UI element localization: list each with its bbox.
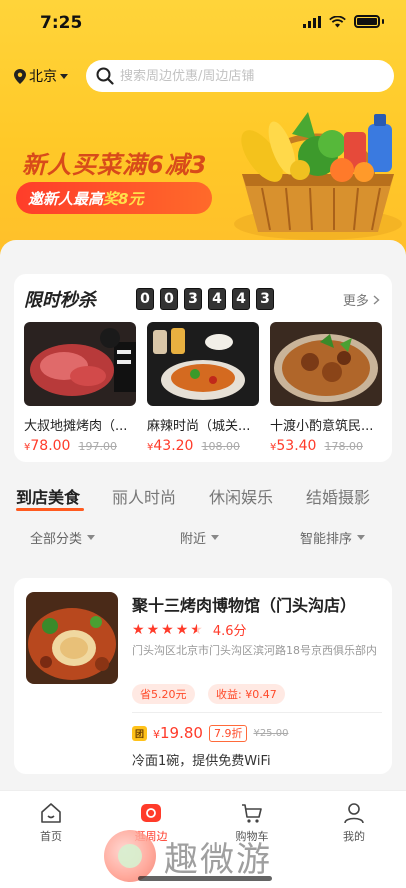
- nearby-icon: [141, 804, 161, 822]
- group-buy-badge: 团: [132, 725, 147, 741]
- star-icon: ★: [132, 621, 145, 638]
- filter-distance[interactable]: 附近: [180, 528, 220, 547]
- star-icon: ★: [146, 621, 160, 638]
- promo-title[interactable]: 新人买菜满6减3: [22, 145, 207, 180]
- active-tab-indicator: [16, 508, 84, 511]
- chevron-down-icon: [60, 73, 68, 79]
- signal-icon: [303, 15, 321, 28]
- deal-name: 麻辣时尚（城关...: [147, 419, 251, 434]
- group-deal-row[interactable]: 团 ¥19.80 7.9折 ¥25.00: [132, 724, 288, 742]
- tab-beauty[interactable]: 丽人时尚: [112, 484, 176, 508]
- more-label: 更多: [342, 294, 369, 309]
- earn-tag: 收益: ¥0.47: [208, 684, 285, 704]
- tabbar-label: 我的: [343, 830, 365, 843]
- countdown-digit: 3: [256, 288, 274, 310]
- chevron-down-icon: [357, 535, 366, 540]
- deal-old-price: 197.00: [78, 440, 117, 453]
- search-box[interactable]: [86, 60, 394, 92]
- battery-icon: [354, 15, 380, 28]
- deal-price: ¥19.80: [153, 724, 203, 742]
- spicy-dish-photo: [147, 322, 259, 406]
- deal-price-row: ¥53.40 178.00: [270, 438, 382, 454]
- chevron-down-icon: [87, 535, 96, 540]
- filter-label: 全部分类: [30, 532, 83, 547]
- divider: [132, 712, 382, 713]
- deal-name: 大叔地摊烤肉（...: [24, 419, 128, 434]
- countdown-digit: 4: [232, 288, 250, 310]
- rating-score: 4.6分: [212, 624, 247, 639]
- deal-old-price: ¥25.00: [253, 727, 289, 739]
- search-icon: [96, 67, 114, 85]
- tab-wedding[interactable]: 结婚摄影: [306, 484, 370, 508]
- flash-deal-item[interactable]: 十渡小酌意筑民... ¥53.40 178.00: [270, 322, 382, 454]
- deal-name: 十渡小酌意筑民...: [270, 419, 374, 434]
- cart-icon: [242, 804, 262, 823]
- watermark-text: 趣微游: [164, 839, 272, 880]
- tabbar-profile[interactable]: 我的: [324, 801, 384, 844]
- deal-old-price: 108.00: [201, 440, 240, 453]
- category-tabs: 到店美食 丽人时尚 休闲娱乐 结婚摄影: [0, 478, 406, 518]
- wifi-icon: [329, 15, 346, 27]
- countdown-digit: 3: [184, 288, 202, 310]
- filter-sort[interactable]: 智能排序: [300, 528, 366, 547]
- more-link[interactable]: 更多: [343, 290, 380, 309]
- flash-deal-item[interactable]: 大叔地摊烤肉（... ¥78.00 197.00: [24, 322, 136, 454]
- tab-leisure[interactable]: 休闲娱乐: [209, 484, 273, 508]
- user-icon: [344, 803, 364, 824]
- filter-label: 附近: [180, 532, 207, 547]
- deal-price: ¥78.00: [24, 438, 71, 454]
- watermark-logo: [104, 830, 156, 882]
- status-time: 7:25: [40, 13, 83, 33]
- deal-price: ¥43.20: [147, 438, 194, 454]
- deal-price-row: ¥78.00 197.00: [24, 438, 136, 454]
- invite-promo-pill[interactable]: 邀新人最高 奖8元: [16, 182, 212, 214]
- pill-highlight: 奖8元: [103, 189, 144, 208]
- countdown-digit: 0: [160, 288, 178, 310]
- grocery-basket-illustration: [234, 112, 402, 240]
- half-star-icon: ★: [190, 621, 203, 638]
- deal-price-row: ¥43.20 108.00: [147, 438, 259, 454]
- tab-food[interactable]: 到店美食: [16, 484, 80, 508]
- save-tag: 省5.20元: [132, 684, 195, 704]
- filter-bar: 全部分类 附近 智能排序: [0, 522, 406, 552]
- shop-photo: [26, 592, 118, 684]
- flash-sale-card: 限时秒杀 0 0 3 4 4 3 更多 大叔地摊烤肉（... ¥78.00 19…: [14, 274, 392, 462]
- battery-tip: [382, 19, 384, 24]
- countdown-digit: 4: [208, 288, 226, 310]
- countdown-timer: 0 0 3 4 4 3: [136, 288, 274, 310]
- search-input[interactable]: [120, 68, 380, 84]
- status-icons: [303, 15, 384, 28]
- home-icon: [41, 803, 61, 823]
- deal-description: 冷面1碗，提供免费WiFi: [132, 754, 271, 769]
- pill-prefix: 邀新人最高: [28, 189, 104, 208]
- location-search-bar: 北京: [14, 60, 394, 92]
- discount-badge: 7.9折: [208, 724, 248, 742]
- deal-old-price: 178.00: [324, 440, 363, 453]
- star-icon: ★: [175, 621, 189, 638]
- tabbar-home[interactable]: 首页: [21, 801, 81, 844]
- location-pin-icon: [14, 68, 26, 84]
- countdown-digit: 0: [136, 288, 154, 310]
- tabbar-label: 首页: [40, 830, 62, 843]
- stew-dish-photo: [270, 322, 382, 406]
- shop-name: 聚十三烤肉博物馆（门头沟店）: [132, 596, 357, 615]
- shop-address: 门头沟区北京市门头沟区滨河路18号京西俱乐部内: [132, 644, 377, 657]
- rating-stars: ★ ★ ★ ★ ★ 4.6分: [132, 620, 247, 640]
- star-icon: ★: [161, 621, 174, 638]
- status-bar: 7:25: [0, 0, 406, 46]
- chevron-right-icon: [373, 295, 380, 305]
- shop-card[interactable]: 聚十三烤肉博物馆（门头沟店） ★ ★ ★ ★ ★ 4.6分 门头沟区北京市门头沟…: [14, 578, 392, 774]
- filter-label: 智能排序: [300, 532, 353, 547]
- city-label: 北京: [29, 69, 57, 85]
- filter-category[interactable]: 全部分类: [30, 528, 96, 547]
- chevron-down-icon: [211, 535, 220, 540]
- home-indicator: [138, 876, 272, 881]
- flash-deal-item[interactable]: 麻辣时尚（城关... ¥43.20 108.00: [147, 322, 259, 454]
- bbq-meat-photo: [24, 322, 136, 406]
- flash-sale-title: 限时秒杀: [24, 290, 96, 311]
- city-selector[interactable]: 北京: [14, 66, 86, 86]
- deal-price: ¥53.40: [270, 438, 317, 454]
